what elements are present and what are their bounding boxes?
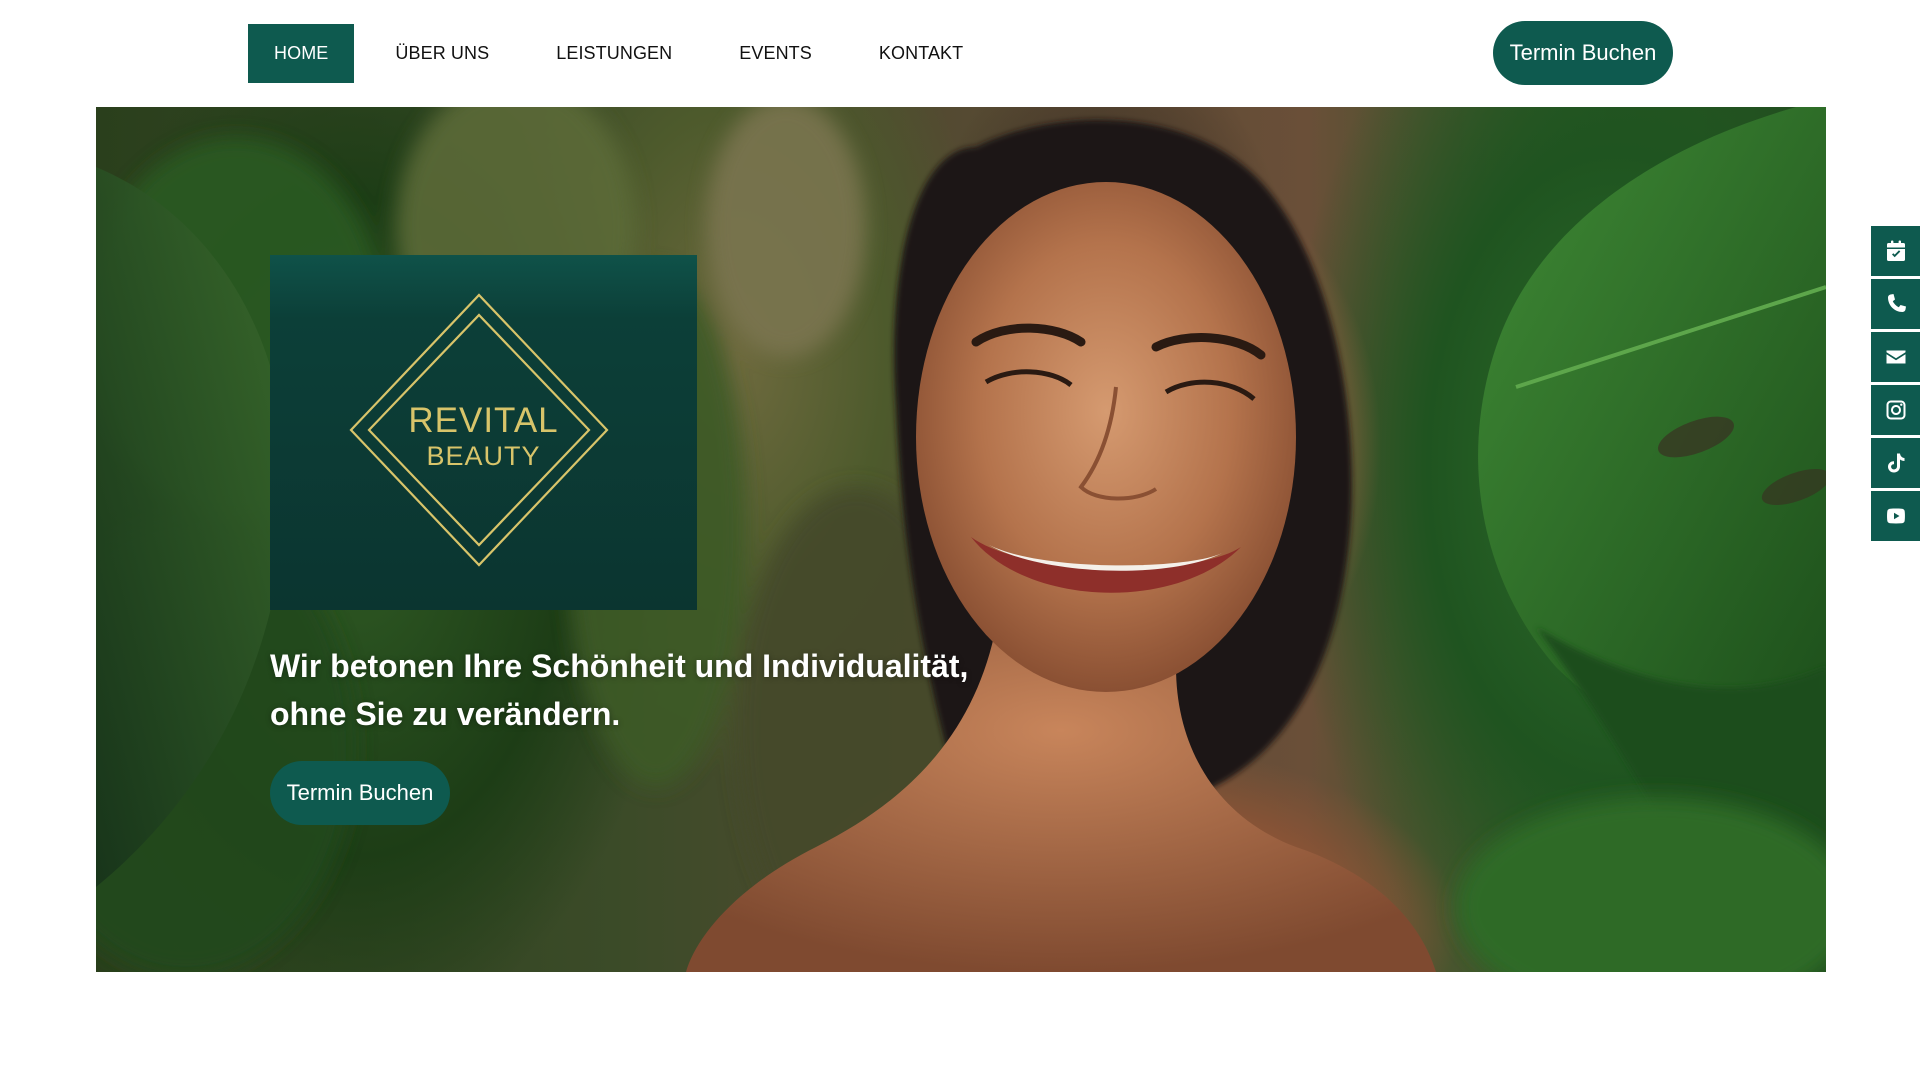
hero-section: REVITAL BEAUTY Wir betonen Ihre Schönhei…: [96, 107, 1826, 972]
nav-item-home[interactable]: HOME: [248, 24, 355, 83]
youtube-button[interactable]: [1871, 491, 1920, 541]
nav-item-ueber-uns[interactable]: ÜBER UNS: [369, 24, 515, 83]
nav-item-events[interactable]: EVENTS: [713, 24, 838, 83]
youtube-icon: [1886, 508, 1905, 524]
floating-social-bar: [1871, 226, 1920, 544]
instagram-button[interactable]: [1871, 385, 1920, 435]
envelope-icon: [1886, 350, 1905, 364]
hero-headline-line-1: Wir betonen Ihre Schönheit und Individua…: [270, 648, 969, 684]
hero-book-appointment-button[interactable]: Termin Buchen: [270, 761, 450, 825]
calendar-check-button[interactable]: [1871, 226, 1920, 276]
nav-item-kontakt[interactable]: KONTAKT: [853, 24, 989, 83]
phone-button[interactable]: [1871, 279, 1920, 329]
revital-beauty-logo: REVITAL BEAUTY: [270, 255, 697, 610]
calendar-check-icon: [1886, 240, 1905, 261]
site-header: HOME ÜBER UNS LEISTUNGEN EVENTS KONTAKT …: [0, 0, 1920, 106]
hero-headline: Wir betonen Ihre Schönheit und Individua…: [270, 642, 1030, 738]
logo-text-beauty: BEAUTY: [426, 441, 541, 471]
logo-text-revital: REVITAL: [408, 401, 559, 440]
tiktok-button[interactable]: [1871, 438, 1920, 488]
header-book-appointment-button[interactable]: Termin Buchen: [1493, 21, 1673, 85]
hero-headline-line-2: ohne Sie zu verändern.: [270, 696, 621, 732]
phone-icon: [1887, 294, 1906, 312]
tiktok-icon: [1887, 453, 1904, 473]
nav-item-leistungen[interactable]: LEISTUNGEN: [530, 24, 698, 83]
main-nav: HOME ÜBER UNS LEISTUNGEN EVENTS KONTAKT: [248, 24, 1004, 83]
instagram-icon: [1886, 400, 1905, 420]
email-button[interactable]: [1871, 332, 1920, 382]
